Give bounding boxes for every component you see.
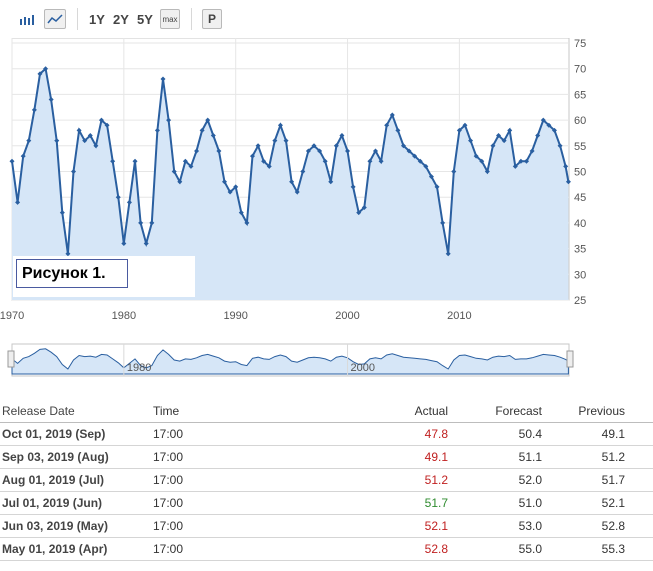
range-5y-label: 5Y [137,11,153,27]
row-previous: 52.1 [601,496,625,510]
print-button[interactable]: P [202,9,222,29]
y-tick-label: 65 [574,89,586,101]
navigator-right-handle[interactable] [566,350,574,368]
print-label: P [207,12,216,26]
row-time: 17:00 [153,542,184,556]
row-previous: 49.1 [601,427,625,441]
y-tick-label: 35 [574,244,586,256]
table-row: May 01, 2019 (Apr) 17:00 52.8 55.0 55.3 [0,538,653,561]
chart-toolbar: 1Y 2Y 5Y max P [0,0,653,38]
bar-chart-button[interactable] [16,9,38,29]
range-2y-button[interactable]: 2Y [111,9,131,29]
navigator-label: 1980 [127,362,151,374]
table-body: Oct 01, 2019 (Sep) 17:00 47.8 50.4 49.1 Sep 0… [0,423,653,561]
row-previous: 51.2 [601,450,625,464]
table-header: Release Date Time Actual Forecast Previo… [0,400,653,423]
row-time: 17:00 [153,427,184,441]
x-tick-label: 2000 [335,310,359,322]
row-forecast: 51.1 [518,450,542,464]
row-actual: 47.8 [424,427,448,441]
x-axis-labels: 1970 1980 1990 2000 2010 [0,310,472,322]
y-tick-label: 55 [574,141,586,153]
row-time: 17:00 [153,473,184,487]
x-tick-label: 1990 [223,310,247,322]
header-forecast: Forecast [495,404,542,418]
range-navigator[interactable]: 1980 2000 [7,343,574,377]
toolbar-divider [77,8,78,30]
x-tick-label: 1970 [0,310,24,322]
range-2y-label: 2Y [113,11,129,27]
header-time: Time [153,404,180,418]
y-tick-label: 75 [574,38,586,50]
figure-label: Рисунок 1. [16,259,128,288]
navigator-left-handle[interactable] [7,350,15,368]
row-release-date: Jun 03, 2019 (May) [2,519,109,533]
table-row: Sep 03, 2019 (Aug) 17:00 49.1 51.1 51.2 [0,446,653,469]
row-actual: 52.1 [424,519,448,533]
navigator-label: 2000 [351,362,375,374]
y-tick-label: 40 [574,218,586,230]
row-actual: 49.1 [424,450,448,464]
line-chart-button[interactable] [44,9,66,29]
table-row: Jul 01, 2019 (Jun) 17:00 51.7 51.0 52.1 [0,492,653,515]
row-release-date: Sep 03, 2019 (Aug) [2,450,109,464]
line-chart-icon [47,14,63,24]
release-table: Release Date Time Actual Forecast Previo… [0,400,653,561]
row-previous: 55.3 [601,542,625,556]
row-actual: 52.8 [424,542,448,556]
row-release-date: Oct 01, 2019 (Sep) [2,427,106,441]
row-previous: 51.7 [601,473,625,487]
row-actual: 51.2 [424,473,448,487]
row-forecast: 51.0 [518,496,542,510]
row-release-date: Aug 01, 2019 (Jul) [2,473,105,487]
row-release-date: May 01, 2019 (Apr) [2,542,108,556]
y-tick-label: 45 [574,192,586,204]
header-actual: Actual [414,404,448,418]
row-forecast: 50.4 [518,427,542,441]
toolbar-divider [191,8,192,30]
pmi-chart: 25 30 35 40 45 50 55 60 65 70 75 1970 1980 1990 2000 2… [0,38,586,377]
y-tick-label: 30 [574,269,586,281]
range-1y-label: 1Y [89,11,105,27]
bar-chart-icon [20,15,34,25]
table-row: Aug 01, 2019 (Jul) 17:00 51.2 52.0 51.7 [0,469,653,492]
row-time: 17:00 [153,496,184,510]
y-tick-label: 25 [574,295,586,307]
row-forecast: 55.0 [518,542,542,556]
row-forecast: 53.0 [518,519,542,533]
row-forecast: 52.0 [518,473,542,487]
y-axis-labels: 25 30 35 40 45 50 55 60 65 70 75 [574,38,586,307]
y-tick-label: 60 [574,115,586,127]
table-row: Oct 01, 2019 (Sep) 17:00 47.8 50.4 49.1 [0,423,653,446]
row-time: 17:00 [153,519,184,533]
y-tick-label: 50 [574,167,586,179]
table-row: Jun 03, 2019 (May) 17:00 52.1 53.0 52.8 [0,515,653,538]
row-previous: 52.8 [601,519,625,533]
header-release-date: Release Date [2,404,75,418]
row-actual: 51.7 [424,496,448,510]
header-previous: Previous [578,404,625,418]
range-max-label: max [162,14,178,24]
x-tick-label: 2010 [447,310,471,322]
range-1y-button[interactable]: 1Y [87,9,107,29]
x-tick-label: 1980 [112,310,136,322]
range-5y-button[interactable]: 5Y [135,9,155,29]
row-time: 17:00 [153,450,184,464]
range-max-button[interactable]: max [160,9,180,29]
row-release-date: Jul 01, 2019 (Jun) [2,496,103,510]
y-tick-label: 70 [574,64,586,76]
